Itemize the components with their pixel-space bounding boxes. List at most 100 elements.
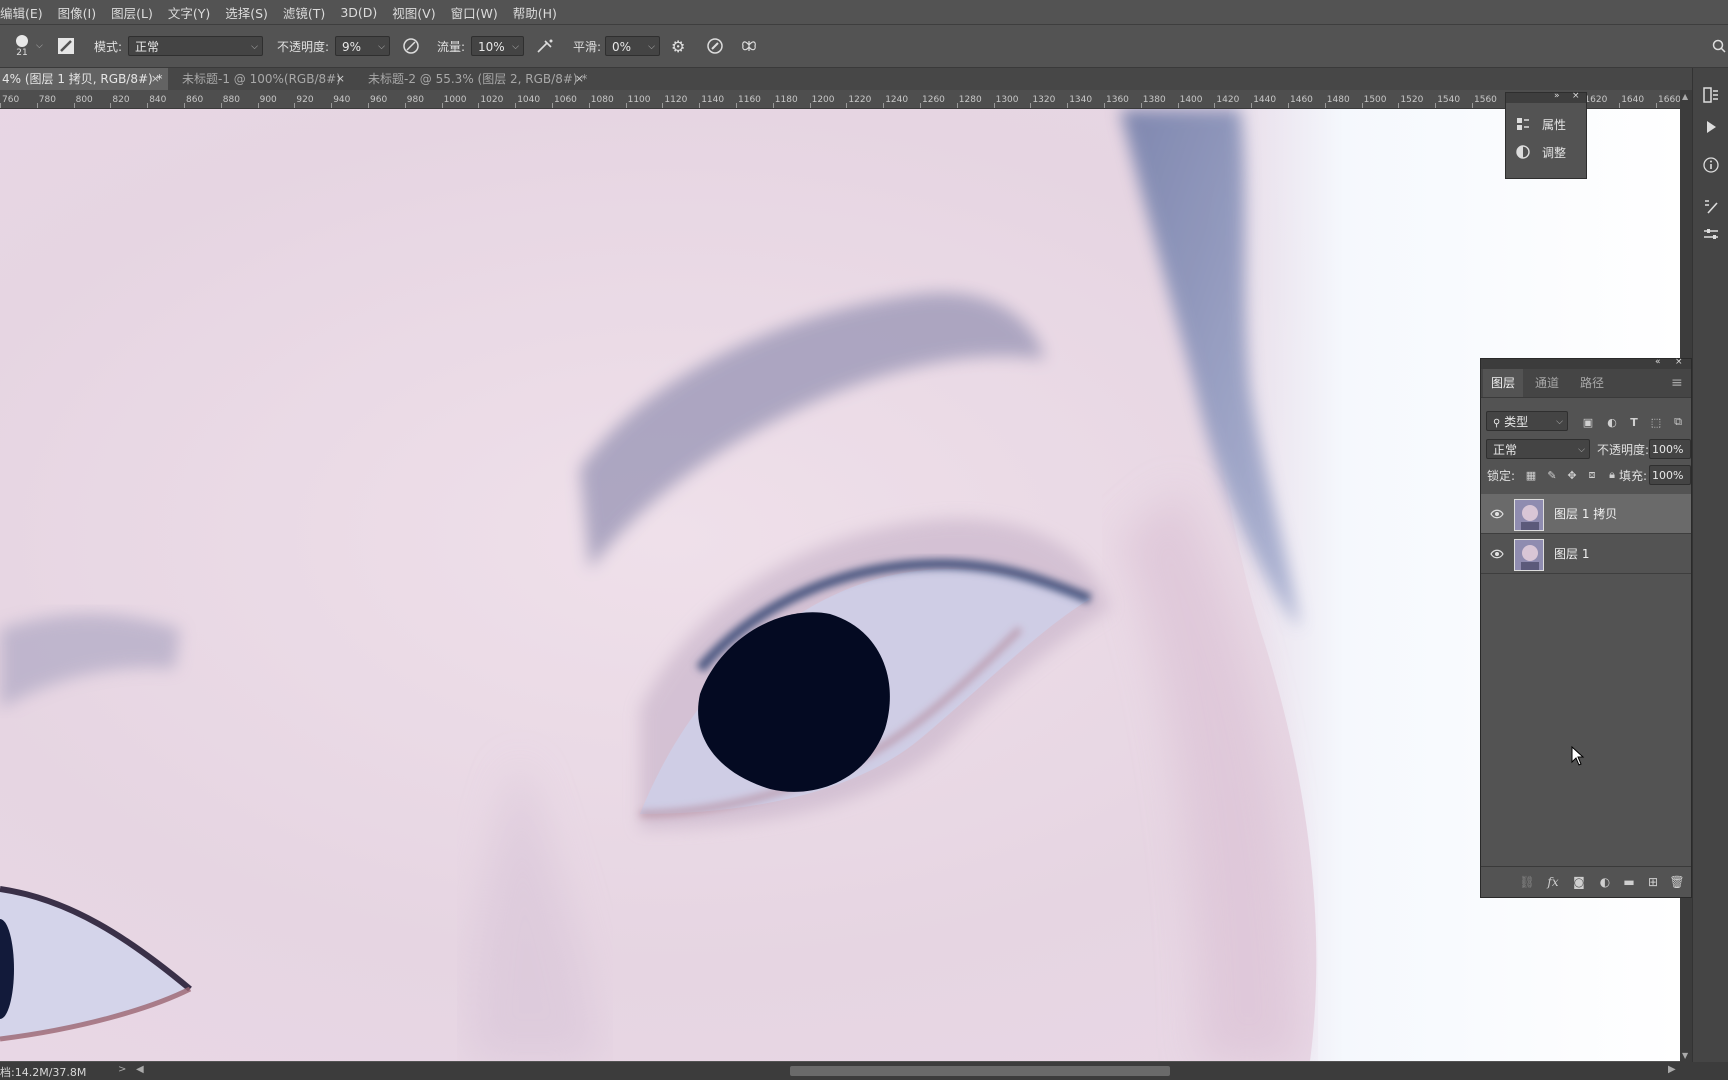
tab-paths[interactable]: 路径	[1580, 369, 1604, 397]
collapse-icon[interactable]: «	[1655, 357, 1661, 367]
close-icon[interactable]: ×	[1675, 357, 1683, 367]
horizontal-ruler[interactable]: 760 780 800 820 840 860 880 900 920 940 960 980 1000…	[0, 90, 1690, 109]
new-layer-icon[interactable]: ⊞	[1645, 875, 1661, 889]
mode-dropdown[interactable]: 正常 ⌵	[128, 36, 263, 56]
scroll-left-icon[interactable]: ◀	[136, 1064, 144, 1075]
brush-panel-icon[interactable]	[1702, 198, 1720, 216]
menu-view[interactable]: 视图(V)	[392, 3, 435, 22]
layer-name[interactable]: 图层 1	[1554, 534, 1589, 574]
fx-icon[interactable]: fx	[1545, 875, 1561, 889]
ruler-tick-mark	[1656, 103, 1657, 108]
layer-row[interactable]: 图层 1	[1481, 534, 1691, 574]
scroll-down-icon[interactable]: ▼	[1682, 1051, 1688, 1060]
status-menu-arrow[interactable]: >	[118, 1064, 126, 1075]
layer-name[interactable]: 图层 1 拷贝	[1554, 494, 1617, 534]
brush-settings-toggle[interactable]	[57, 25, 75, 67]
brush-preset-dropdown-icon[interactable]: ⌵	[36, 25, 43, 67]
menu-3d[interactable]: 3D(D)	[340, 5, 377, 20]
close-icon[interactable]: ×	[575, 68, 584, 90]
airbrush-toggle[interactable]	[535, 25, 555, 67]
history-icon[interactable]	[1702, 86, 1720, 104]
new-adjustment-layer-icon[interactable]: ◐	[1597, 875, 1613, 889]
horizontal-scrollbar-thumb[interactable]	[790, 1066, 1170, 1076]
search-icon[interactable]	[1712, 25, 1726, 67]
ruler-tick-label: 1180	[774, 95, 798, 105]
tab-document-active[interactable]: 4% (图层 1 拷贝, RGB/8#) * ×	[0, 68, 168, 90]
lock-transparency-icon[interactable]: ▦	[1524, 468, 1538, 482]
pressure-opacity-toggle[interactable]	[402, 25, 420, 67]
lock-pixels-icon[interactable]: ✎	[1545, 468, 1559, 482]
ruler-tick-label: 940	[333, 95, 351, 105]
adjustments-label: 调整	[1542, 145, 1567, 160]
layer-opacity-field[interactable]: 100%	[1649, 439, 1691, 459]
pen-pressure-icon	[403, 38, 419, 54]
shape-filter-icon[interactable]: ⬚	[1649, 415, 1663, 429]
panel-header: » ×	[1506, 91, 1586, 103]
smart-object-filter-icon[interactable]: ⧉	[1671, 415, 1685, 429]
ruler-tick-label: 1320	[1032, 95, 1056, 105]
layer-opacity-label: 不透明度:	[1597, 443, 1650, 457]
type-filter-icon[interactable]: T	[1627, 415, 1641, 429]
menu-select[interactable]: 选择(S)	[225, 3, 268, 22]
pixel-filter-icon[interactable]: ▣	[1581, 415, 1595, 429]
lock-all-icon[interactable]: 🔒︎	[1605, 468, 1619, 482]
tab-untitled-2[interactable]: 未标题-2 @ 55.3% (图层 2, RGB/8#) * ×	[366, 68, 592, 90]
menu-layer[interactable]: 图层(L)	[111, 3, 153, 22]
lock-artboard-icon[interactable]: ⧈	[1585, 468, 1599, 482]
play-icon[interactable]	[1702, 118, 1720, 136]
add-mask-icon[interactable]: ◙	[1571, 875, 1587, 889]
flow-field[interactable]: 10% ⌵	[471, 36, 524, 56]
panel-menu-icon[interactable]: ≡	[1671, 369, 1683, 397]
tab-channels[interactable]: 通道	[1535, 369, 1559, 397]
brush-preset-picker[interactable]: 21	[8, 25, 36, 67]
tab-untitled-1[interactable]: 未标题-1 @ 100%(RGB/8#) ×	[180, 68, 353, 90]
collapse-icon[interactable]: »	[1554, 91, 1560, 101]
close-icon[interactable]: ×	[336, 68, 345, 90]
scroll-up-icon[interactable]: ▲	[1682, 92, 1688, 101]
close-icon[interactable]: ×	[151, 68, 160, 90]
canvas-area[interactable]	[0, 109, 1680, 1061]
scroll-right-icon[interactable]: ▶	[1668, 1064, 1676, 1075]
menu-image[interactable]: 图像(I)	[58, 3, 96, 22]
smoothing-field[interactable]: 0% ⌵	[605, 36, 660, 56]
close-icon[interactable]: ×	[1572, 91, 1580, 101]
ruler-tick-label: 840	[149, 95, 167, 105]
ruler-tick-label: 1620	[1584, 95, 1608, 105]
tab-layers[interactable]: 图层	[1483, 369, 1524, 397]
info-icon[interactable]	[1702, 156, 1720, 174]
trash-icon[interactable]: 🗑︎	[1669, 875, 1685, 889]
layer-opacity-value: 100%	[1652, 443, 1684, 456]
new-group-icon[interactable]: ▬	[1621, 875, 1637, 889]
gear-icon[interactable]: ⚙	[671, 25, 685, 67]
blend-mode-dropdown[interactable]: 正常 ⌵	[1486, 439, 1590, 459]
ruler-tick-label: 820	[112, 95, 130, 105]
menu-window[interactable]: 窗口(W)	[451, 3, 498, 22]
brush-settings-icon	[58, 38, 74, 54]
ruler-tick-mark	[110, 103, 112, 108]
ruler-tick-label: 1380	[1142, 95, 1166, 105]
adjustments-button[interactable]: 调整	[1516, 141, 1566, 163]
flow-label: 流量:	[437, 39, 466, 54]
ruler-tick-mark	[1398, 103, 1400, 108]
chevron-down-icon: ⌵	[648, 42, 655, 52]
adjustment-filter-icon[interactable]: ◐	[1605, 415, 1619, 429]
menu-filter[interactable]: 滤镜(T)	[283, 3, 325, 22]
menu-help[interactable]: 帮助(H)	[513, 3, 557, 22]
ruler-tick-mark	[73, 103, 75, 108]
lock-position-icon[interactable]: ✥	[1565, 468, 1579, 482]
menu-type[interactable]: 文字(Y)	[168, 3, 210, 22]
ruler-tick-mark	[1435, 103, 1437, 108]
eye-icon[interactable]	[1490, 547, 1504, 561]
layer-row[interactable]: 图层 1 拷贝	[1481, 494, 1691, 534]
menu-edit[interactable]: 编辑(E)	[0, 3, 43, 22]
pressure-size-toggle[interactable]	[706, 25, 724, 67]
properties-button[interactable]: 属性	[1516, 113, 1566, 135]
brush-settings-panel-icon[interactable]	[1702, 226, 1720, 244]
link-layers-icon[interactable]: ⛓︎	[1519, 875, 1535, 889]
fill-field[interactable]: 100%	[1649, 465, 1691, 485]
eye-icon[interactable]	[1490, 507, 1504, 521]
opacity-field[interactable]: 9% ⌵	[335, 36, 390, 56]
symmetry-toggle[interactable]	[740, 25, 758, 67]
properties-adjustments-panel: » × 属性 调整	[1505, 91, 1587, 179]
layer-filter-dropdown[interactable]: ⚲ 类型 ⌵	[1486, 411, 1568, 431]
